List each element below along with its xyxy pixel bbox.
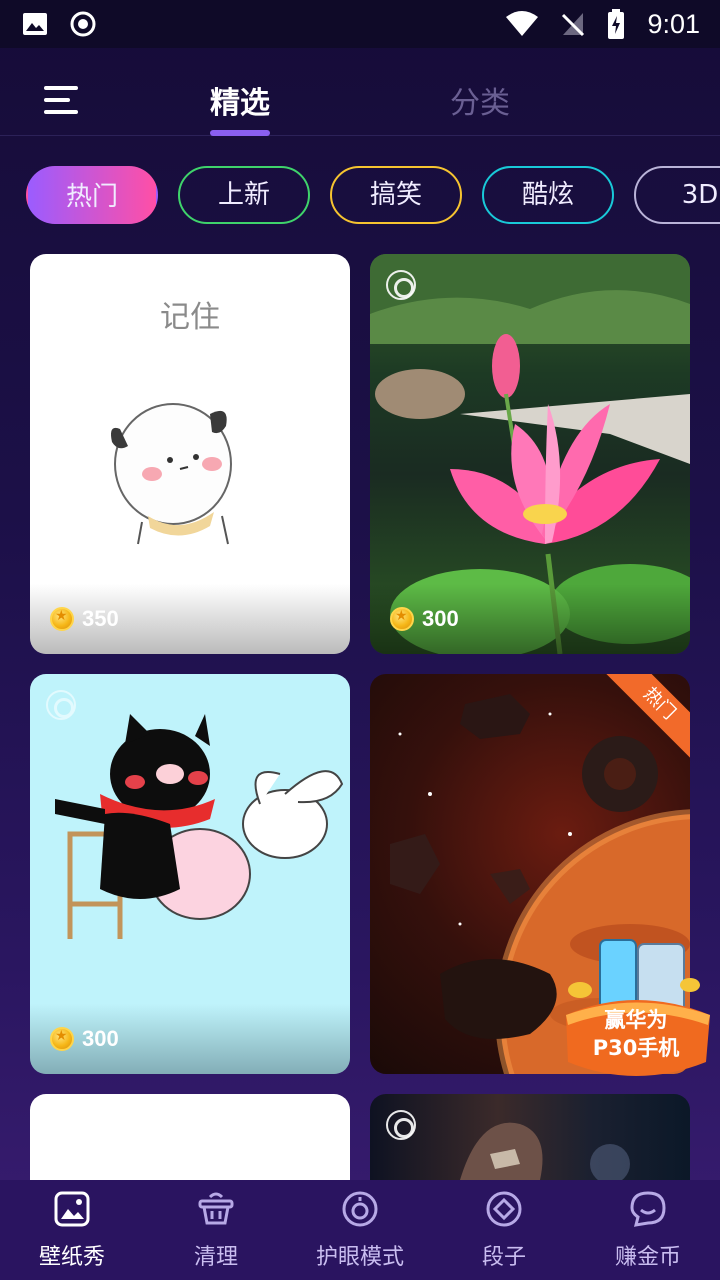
price-value: 300 bbox=[82, 1026, 119, 1051]
nav-eye-care[interactable]: 护眼模式 bbox=[288, 1189, 432, 1271]
nav-label: 清理 bbox=[193, 1245, 238, 1270]
wallpaper-card[interactable]: 记住 350 bbox=[30, 254, 350, 654]
live-wallpaper-icon bbox=[386, 270, 416, 300]
wallpaper-card[interactable] bbox=[370, 1094, 690, 1180]
nav-clean[interactable]: 清理 bbox=[144, 1189, 288, 1271]
tab-indicator bbox=[210, 130, 270, 136]
image-notification-icon bbox=[23, 13, 47, 35]
robot-illustration bbox=[460, 1122, 630, 1180]
coin-icon bbox=[50, 607, 74, 631]
price-value: 350 bbox=[82, 606, 119, 631]
card-price: 350 bbox=[30, 584, 350, 654]
nav-label: 赚金币 bbox=[614, 1245, 681, 1270]
wallpaper-card[interactable]: 300 bbox=[30, 674, 350, 1074]
nav-wallpaper[interactable]: 壁纸秀 bbox=[0, 1189, 144, 1271]
diamond-icon bbox=[486, 1191, 522, 1227]
wallpaper-card[interactable] bbox=[30, 1094, 350, 1180]
wifi-icon bbox=[506, 11, 539, 36]
nav-label: 段子 bbox=[481, 1245, 526, 1270]
chat-bubble-icon bbox=[630, 1191, 666, 1227]
chip-cool[interactable]: 酷炫 bbox=[482, 166, 614, 224]
status-time: 9:01 bbox=[647, 8, 700, 39]
bottom-nav: 壁纸秀 清理 护眼模式 段子 赚金币 bbox=[0, 1180, 720, 1280]
chip-hot[interactable]: 热门 bbox=[26, 166, 158, 224]
promo-badge[interactable]: 赢华为 P30手机 bbox=[560, 930, 712, 1080]
chip-funny[interactable]: 搞笑 bbox=[330, 166, 462, 224]
nav-earn-coins[interactable]: 赚金币 bbox=[576, 1189, 720, 1271]
top-header: 精选 分类 bbox=[0, 48, 720, 136]
nav-jokes[interactable]: 段子 bbox=[432, 1189, 576, 1271]
menu-icon[interactable] bbox=[44, 82, 80, 118]
tab-categories[interactable]: 分类 bbox=[420, 78, 540, 122]
chip-3d[interactable]: 3D bbox=[634, 166, 720, 224]
wallpaper-card[interactable]: 300 bbox=[370, 254, 690, 654]
live-wallpaper-icon bbox=[386, 1110, 416, 1140]
coin-icon bbox=[390, 607, 414, 631]
nav-label: 护眼模式 bbox=[315, 1245, 404, 1270]
battery-charging-icon bbox=[608, 9, 625, 39]
card-price: 300 bbox=[30, 1004, 350, 1074]
eye-protect-icon bbox=[342, 1191, 378, 1227]
card-price: 300 bbox=[370, 584, 690, 654]
live-wallpaper-icon bbox=[46, 690, 76, 720]
price-value: 300 bbox=[422, 606, 459, 631]
status-bar: 9:01 bbox=[0, 0, 720, 48]
no-signal-icon bbox=[562, 13, 585, 37]
wallpaper-icon bbox=[54, 1191, 90, 1227]
tab-featured[interactable]: 精选 bbox=[180, 78, 300, 122]
promo-line1: 赢华为 bbox=[604, 1008, 668, 1032]
filter-chips: 热门 上新 搞笑 酷炫 3D bbox=[26, 166, 720, 224]
coin-icon bbox=[50, 1027, 74, 1051]
nav-label: 壁纸秀 bbox=[38, 1245, 105, 1270]
app-screen: 9:01 精选 分类 热门 上新 搞笑 酷炫 3D 记住 ★ 350 ★ 300… bbox=[0, 0, 720, 1280]
broom-basket-icon bbox=[198, 1192, 234, 1225]
record-notification-icon bbox=[70, 11, 96, 37]
promo-line2: P30手机 bbox=[592, 1036, 680, 1060]
chip-new[interactable]: 上新 bbox=[178, 166, 310, 224]
